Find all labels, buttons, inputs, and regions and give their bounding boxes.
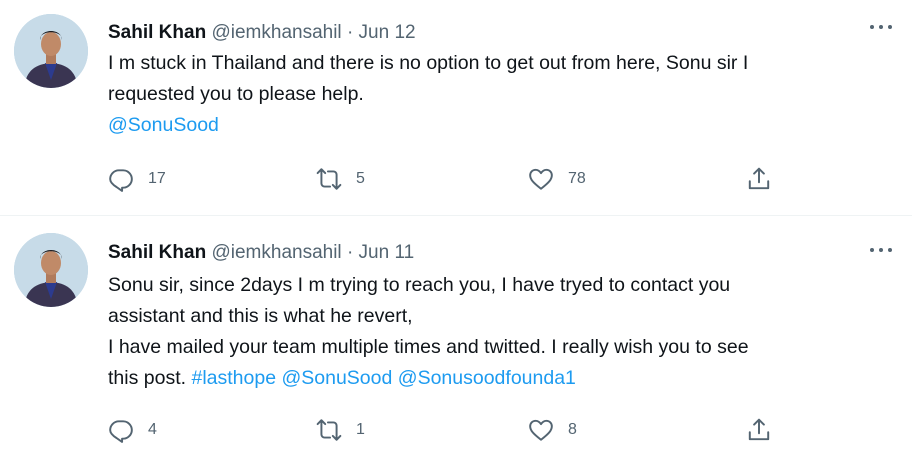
more-icon[interactable] (870, 245, 894, 255)
reply-icon (109, 420, 133, 443)
author-handle[interactable]: @iemkhansahil (211, 22, 341, 43)
retweet-icon (316, 419, 342, 441)
retweet-icon (316, 168, 342, 190)
avatar-image (14, 233, 88, 307)
author-handle[interactable]: @iemkhansahil (211, 242, 341, 263)
tweet-text-line: Sonu sir, since 2days I m trying to reac… (108, 274, 731, 296)
tweet-text-line: I have mailed your team multiple times a… (108, 336, 749, 358)
avatar[interactable] (14, 233, 88, 307)
avatar-image (14, 14, 88, 88)
tweet-header: Sahil Khan @iemkhansahil · Jun 12 (108, 20, 416, 46)
retweet-count: 5 (356, 170, 365, 187)
separator: · (346, 242, 354, 263)
tweet-actions: 4 1 8 (108, 415, 788, 445)
tweet-text-line: assistant and this is what he revert, (108, 305, 413, 327)
reply-count: 4 (148, 421, 157, 438)
more-icon[interactable] (870, 22, 894, 32)
tweet-actions: 17 5 78 (108, 164, 788, 194)
heart-icon (529, 419, 553, 441)
reply-button[interactable]: 4 (108, 415, 157, 445)
separator: · (346, 22, 354, 43)
tweet-header: Sahil Khan @iemkhansahil · Jun 11 (108, 240, 414, 266)
tweet[interactable]: Sahil Khan @iemkhansahil · Jun 11 Sonu s… (0, 217, 912, 459)
author-name[interactable]: Sahil Khan (108, 22, 206, 43)
tweet-divider (0, 215, 912, 216)
reply-icon (109, 169, 133, 192)
tweet-date[interactable]: Jun 12 (359, 22, 416, 43)
tweet-text-line: requested you to please help. (108, 83, 364, 105)
mention-link[interactable]: @SonuSood (281, 367, 392, 389)
tweet[interactable]: Sahil Khan @iemkhansahil · Jun 12 I m st… (0, 0, 912, 215)
heart-icon (529, 168, 553, 190)
author-name[interactable]: Sahil Khan (108, 242, 206, 263)
reply-button[interactable]: 17 (108, 164, 166, 194)
tweet-date[interactable]: Jun 11 (359, 242, 415, 263)
tweet-text-fragment: this post. (108, 367, 192, 389)
hashtag-link[interactable]: #lasthope (191, 367, 276, 389)
retweet-count: 1 (356, 421, 365, 438)
tweet-text: I m stuck in Thailand and there is no op… (108, 48, 898, 141)
tweet-text-line: I m stuck in Thailand and there is no op… (108, 52, 749, 74)
share-button[interactable] (746, 415, 772, 445)
mention-link[interactable]: @SonuSood (108, 114, 219, 136)
reply-count: 17 (148, 170, 166, 187)
share-button[interactable] (746, 164, 772, 194)
tweet-text-line: this post. #lasthope @SonuSood @Sonusood… (108, 363, 898, 394)
like-button[interactable]: 78 (528, 164, 586, 194)
tweet-text: Sonu sir, since 2days I m trying to reac… (108, 270, 898, 394)
avatar[interactable] (14, 14, 88, 88)
mention-link[interactable]: @Sonusoodfounda1 (398, 367, 576, 389)
share-icon (748, 418, 770, 441)
retweet-button[interactable]: 1 (316, 415, 365, 445)
retweet-button[interactable]: 5 (316, 164, 365, 194)
like-count: 78 (568, 170, 586, 187)
like-count: 8 (568, 421, 577, 438)
like-button[interactable]: 8 (528, 415, 577, 445)
share-icon (748, 167, 770, 190)
